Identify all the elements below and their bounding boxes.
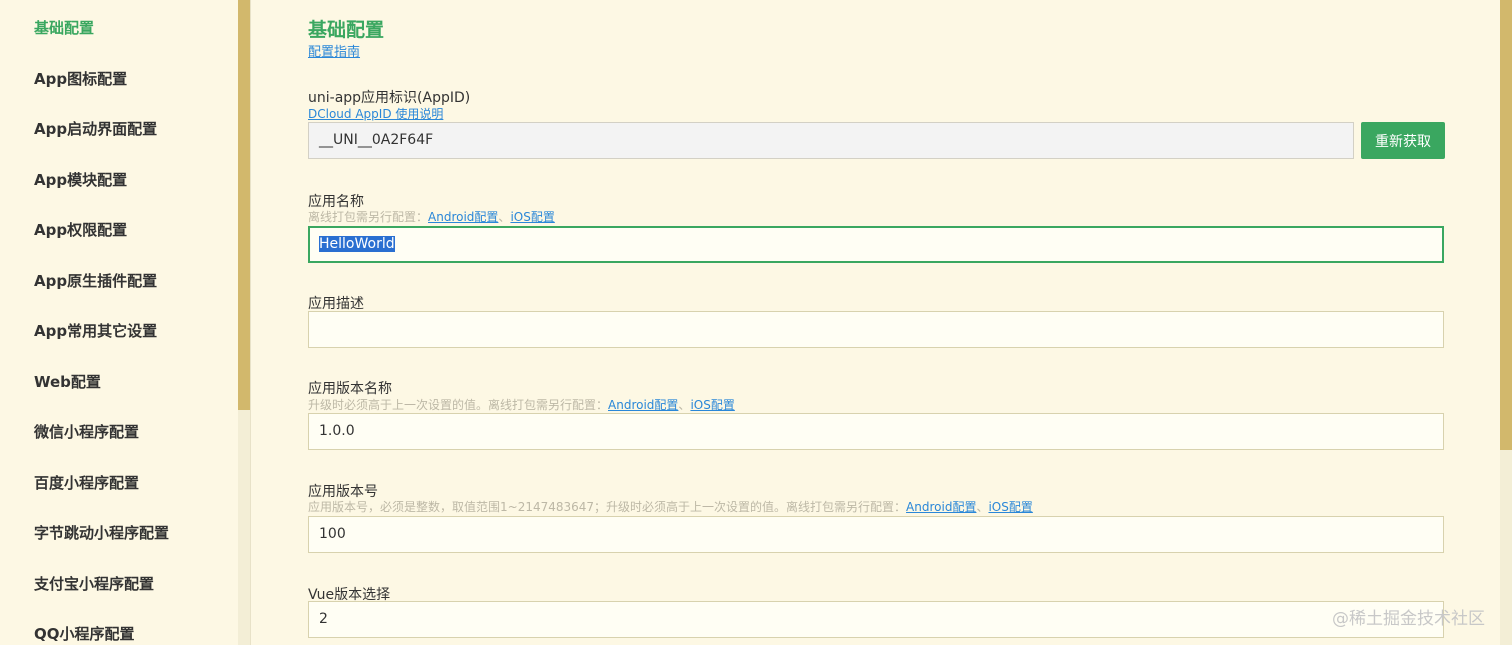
sidebar-item-app-splash[interactable]: App启动界面配置 [34, 118, 157, 139]
main-content: 基础配置 配置指南 uni-app应用标识(AppID) DCloud AppI… [251, 0, 1500, 645]
app-desc-label: 应用描述 [308, 296, 364, 312]
appid-label: uni-app应用标识(AppID) [308, 90, 471, 106]
appid-value: __UNI__0A2F64F [319, 132, 434, 148]
watermark: @稀土掘金技术社区 [1332, 609, 1485, 629]
ios-config-link[interactable]: iOS配置 [988, 500, 1032, 514]
sidebar-item-toutiao-mp[interactable]: 字节跳动小程序配置 [34, 522, 169, 543]
version-code-value: 100 [319, 526, 346, 542]
vue-version-value: 2 [319, 611, 328, 627]
sidebar-item-app-native-plugins[interactable]: App原生插件配置 [34, 270, 157, 291]
page-title: 基础配置 [308, 19, 385, 41]
sidebar-item-app-other[interactable]: App常用其它设置 [34, 320, 157, 341]
ios-config-link[interactable]: iOS配置 [510, 210, 554, 224]
version-code-hint: 应用版本号，必须是整数，取值范围1~2147483647；升级时必须高于上一次设… [308, 498, 1033, 515]
sidebar-item-web[interactable]: Web配置 [34, 371, 101, 392]
hint-separator: 、 [498, 210, 511, 224]
hint-separator: 、 [976, 500, 989, 514]
settings-window: 基础配置 App图标配置 App启动界面配置 App模块配置 App权限配置 A… [0, 0, 1512, 645]
app-name-hint-text: 离线打包需另行配置： [308, 210, 429, 224]
sidebar-item-alipay-mp[interactable]: 支付宝小程序配置 [34, 573, 154, 594]
hint-separator: 、 [678, 398, 691, 412]
main-scrollbar-thumb[interactable] [1500, 0, 1512, 450]
android-config-link[interactable]: Android配置 [608, 398, 678, 412]
main-scrollbar[interactable] [1500, 0, 1512, 645]
app-name-hint: 离线打包需另行配置：Android配置、iOS配置 [308, 208, 555, 225]
ios-config-link[interactable]: iOS配置 [690, 398, 734, 412]
sidebar-nav: 基础配置 App图标配置 App启动界面配置 App模块配置 App权限配置 A… [0, 0, 238, 645]
sidebar-item-weixin-mp[interactable]: 微信小程序配置 [34, 421, 139, 442]
sidebar-item-qq-mp[interactable]: QQ小程序配置 [34, 623, 135, 644]
version-name-value: 1.0.0 [319, 423, 355, 439]
android-config-link[interactable]: Android配置 [428, 210, 498, 224]
sidebar-scrollbar-thumb[interactable] [238, 0, 250, 410]
version-code-hint-text: 应用版本号，必须是整数，取值范围1~2147483647；升级时必须高于上一次设… [308, 500, 907, 514]
version-code-input[interactable]: 100 [308, 516, 1444, 553]
app-name-input[interactable]: HelloWorld [308, 226, 1444, 263]
vue-version-select[interactable]: 2 [308, 601, 1444, 638]
sidebar-item-app-permissions[interactable]: App权限配置 [34, 219, 127, 240]
app-desc-input[interactable] [308, 311, 1444, 348]
version-name-label: 应用版本名称 [308, 381, 392, 397]
sidebar-item-app-modules[interactable]: App模块配置 [34, 169, 127, 190]
refresh-appid-button[interactable]: 重新获取 [1361, 122, 1445, 159]
appid-field: __UNI__0A2F64F [308, 122, 1354, 159]
app-name-value: HelloWorld [319, 236, 395, 252]
sidebar-scrollbar[interactable] [238, 0, 250, 645]
android-config-link[interactable]: Android配置 [906, 500, 976, 514]
version-name-hint: 升级时必须高于上一次设置的值。离线打包需另行配置：Android配置、iOS配置 [308, 396, 735, 413]
config-guide-link[interactable]: 配置指南 [308, 41, 360, 60]
sidebar-item-basic[interactable]: 基础配置 [34, 17, 94, 38]
version-name-hint-text: 升级时必须高于上一次设置的值。离线打包需另行配置： [308, 398, 609, 412]
sidebar-item-app-icon[interactable]: App图标配置 [34, 68, 127, 89]
sidebar-item-baidu-mp[interactable]: 百度小程序配置 [34, 472, 139, 493]
appid-help-link[interactable]: DCloud AppID 使用说明 [308, 105, 443, 122]
version-name-input[interactable]: 1.0.0 [308, 413, 1444, 450]
